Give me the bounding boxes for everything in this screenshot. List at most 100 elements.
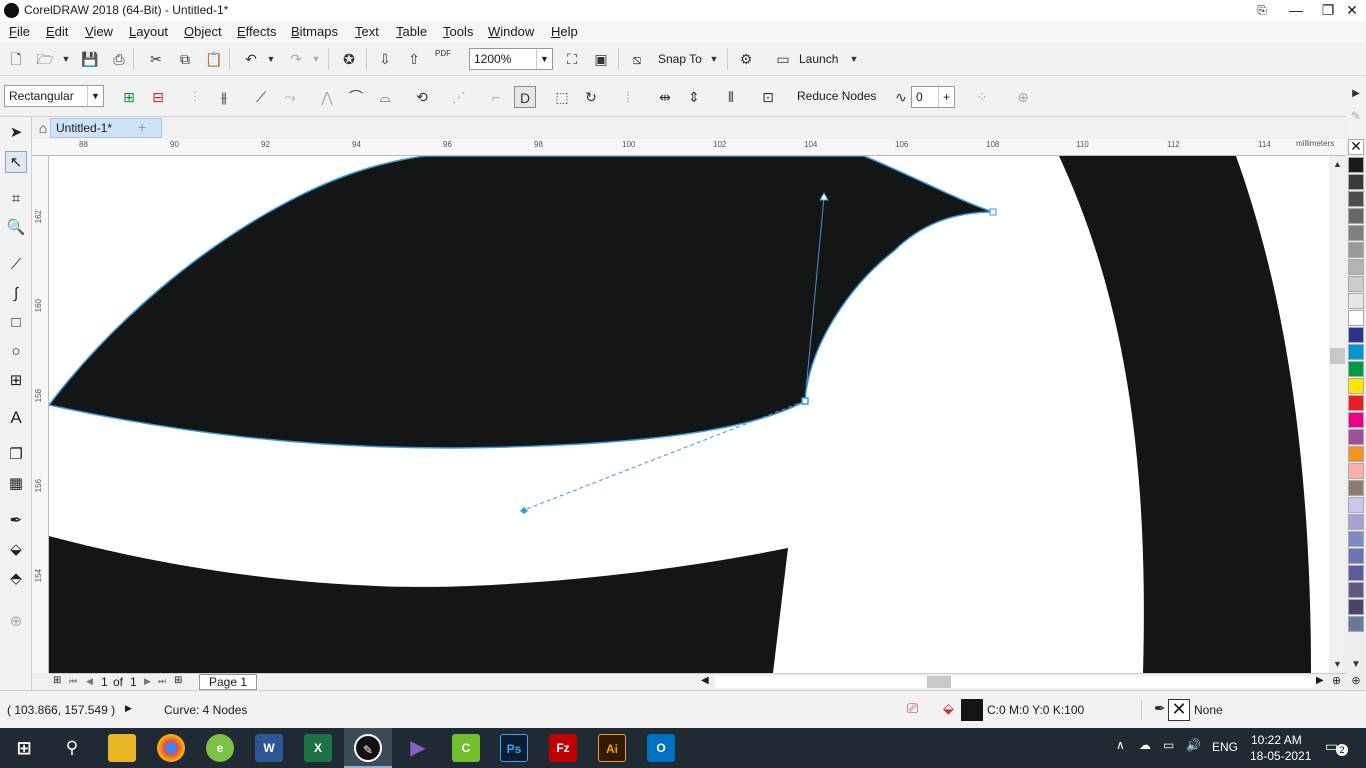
curve-node[interactable]	[989, 208, 997, 216]
horizontal-scroll-track[interactable]	[715, 676, 1315, 688]
rectangle-tool-icon[interactable]: □	[5, 312, 27, 334]
color-swatch[interactable]	[1348, 242, 1364, 258]
no-color-icon[interactable]: ✕	[1348, 139, 1364, 155]
elastic-mode-icon[interactable]: ⦀	[720, 86, 742, 108]
photoshop-icon[interactable]: Ps	[500, 734, 528, 762]
freehand-tool-icon[interactable]: ⟋	[5, 254, 27, 276]
menu-bitmaps[interactable]: Bitmaps	[291, 24, 338, 39]
no-outline-icon[interactable]: ✕	[1168, 699, 1190, 721]
save-icon[interactable]: 💾	[79, 48, 101, 70]
new-tab-button[interactable]: +	[138, 119, 146, 135]
artistic-media-tool-icon[interactable]: ∫	[5, 283, 27, 305]
palette-zoom-icon[interactable]: ⊕	[1346, 670, 1366, 692]
last-page-icon[interactable]: ⏭	[158, 676, 166, 687]
open-folder-icon[interactable]: 🗁	[34, 48, 56, 70]
color-swatch[interactable]	[1348, 191, 1364, 207]
color-swatch[interactable]	[1348, 293, 1364, 309]
mirror-horizontal-icon[interactable]: ⇹	[654, 86, 676, 108]
color-swatch[interactable]	[1348, 497, 1364, 513]
new-document-icon[interactable]: 🗋	[5, 48, 27, 70]
color-proof-icon[interactable]: ⎚	[907, 700, 918, 717]
feedback-icon[interactable]: ⎘	[1246, 0, 1278, 21]
color-swatch[interactable]	[1348, 548, 1364, 564]
chevron-down-icon[interactable]: ▼	[87, 86, 103, 106]
ellipse-tool-icon[interactable]: ○	[5, 341, 27, 363]
scroll-left-icon[interactable]: ◀	[701, 675, 709, 686]
to-line-icon[interactable]: ⟋	[250, 86, 272, 108]
curve-node[interactable]	[801, 397, 809, 405]
camtasia-icon[interactable]: C	[452, 734, 480, 762]
zoom-navigator-icon[interactable]: ⊕	[1332, 674, 1341, 687]
right-arc-shape[interactable]	[1059, 156, 1311, 673]
color-swatch[interactable]	[1348, 157, 1364, 173]
scroll-right-icon[interactable]: ▶	[1316, 675, 1324, 686]
network-icon[interactable]: ▭	[1163, 738, 1174, 752]
smooth-node-icon[interactable]: ⌒	[345, 86, 367, 108]
color-swatch[interactable]	[1348, 395, 1364, 411]
language-indicator[interactable]: ENG	[1212, 740, 1238, 754]
excel-icon[interactable]: X	[304, 734, 332, 762]
select-all-nodes-icon[interactable]: ⊡	[757, 86, 779, 108]
redo-icon[interactable]: ↷	[285, 48, 307, 70]
mirror-vertical-icon[interactable]: ⇕	[683, 86, 705, 108]
coreldraw-task-icon[interactable]: ✎	[354, 734, 382, 762]
fill-color-swatch[interactable]	[961, 699, 983, 721]
color-swatch[interactable]	[1348, 225, 1364, 241]
menu-window[interactable]: Window	[488, 24, 534, 39]
options-gear-icon[interactable]: ⚙	[735, 48, 757, 70]
shape-tool-icon[interactable]: ↖	[5, 151, 27, 173]
open-dropdown-icon[interactable]: ▼	[55, 48, 77, 70]
lower-curve-shape[interactable]	[49, 536, 788, 673]
zoom-tool-icon[interactable]: 🔍	[5, 217, 27, 239]
word-icon[interactable]: W	[255, 734, 283, 762]
color-swatch[interactable]	[1348, 480, 1364, 496]
chevron-right-icon[interactable]: ▶	[1346, 83, 1366, 105]
color-swatch[interactable]	[1348, 429, 1364, 445]
snap-to-icon[interactable]: ⧅	[626, 48, 648, 70]
horizontal-scroll-thumb[interactable]	[927, 676, 951, 688]
selection-mode-combo[interactable]: Rectangular ▼	[4, 85, 104, 107]
menu-help[interactable]: Help	[551, 24, 578, 39]
color-swatch[interactable]	[1348, 344, 1364, 360]
add-page-after-icon[interactable]: ⊞	[174, 675, 182, 686]
reduce-nodes-button[interactable]: Reduce Nodes	[797, 89, 876, 103]
clock-time[interactable]: 10:22 AM	[1251, 733, 1302, 747]
page-tab[interactable]: Page 1	[199, 674, 257, 690]
extend-curve-icon[interactable]: ⋰	[448, 86, 470, 108]
curve-smoothness-icon[interactable]: ∿	[890, 86, 912, 108]
color-swatch[interactable]	[1348, 616, 1364, 632]
snap-dropdown-icon[interactable]: ▼	[703, 48, 725, 70]
polygon-tool-icon[interactable]: ⊞	[5, 370, 27, 392]
color-swatch[interactable]	[1348, 412, 1364, 428]
reverse-direction-icon[interactable]: ⟲	[411, 86, 433, 108]
volume-icon[interactable]: 🔊	[1186, 738, 1201, 752]
menu-text[interactable]: Text	[355, 24, 379, 39]
outlook-icon[interactable]: O	[647, 734, 675, 762]
print-icon[interactable]: ⎙	[108, 48, 130, 70]
color-swatch[interactable]	[1348, 599, 1364, 615]
paste-icon[interactable]: 📋	[203, 48, 225, 70]
color-swatch[interactable]	[1348, 446, 1364, 462]
symmetrical-node-icon[interactable]: ⌓	[374, 86, 396, 108]
color-swatch[interactable]	[1348, 310, 1364, 326]
cusp-node-icon[interactable]: ⋀	[316, 86, 338, 108]
menu-file[interactable]: File	[9, 24, 30, 39]
menu-layout[interactable]: Layout	[129, 24, 168, 39]
node-options-icon[interactable]: ⁘	[971, 86, 993, 108]
close-curve-icon[interactable]: D	[514, 86, 536, 108]
scroll-up-icon[interactable]: ▲	[1329, 156, 1346, 173]
search-icon[interactable]: ⚲	[58, 734, 86, 762]
extract-subpath-icon[interactable]: ⌐	[485, 86, 507, 108]
redo-dropdown-icon[interactable]: ▼	[305, 48, 327, 70]
copy-icon[interactable]: ⧉	[174, 48, 196, 70]
scroll-down-icon[interactable]: ▼	[1329, 656, 1346, 673]
menu-object[interactable]: Object	[184, 24, 222, 39]
previous-page-icon[interactable]: ◀	[86, 676, 93, 687]
search-content-icon[interactable]: ✪	[338, 48, 360, 70]
add-node-icon[interactable]: ⊞	[118, 86, 140, 108]
vertical-scroll-thumb[interactable]	[1330, 348, 1345, 364]
menu-effects[interactable]: Effects	[237, 24, 277, 39]
join-nodes-icon[interactable]: ⫶	[184, 86, 206, 108]
menu-edit[interactable]: Edit	[46, 24, 68, 39]
snap-to-label[interactable]: Snap To	[658, 52, 702, 66]
